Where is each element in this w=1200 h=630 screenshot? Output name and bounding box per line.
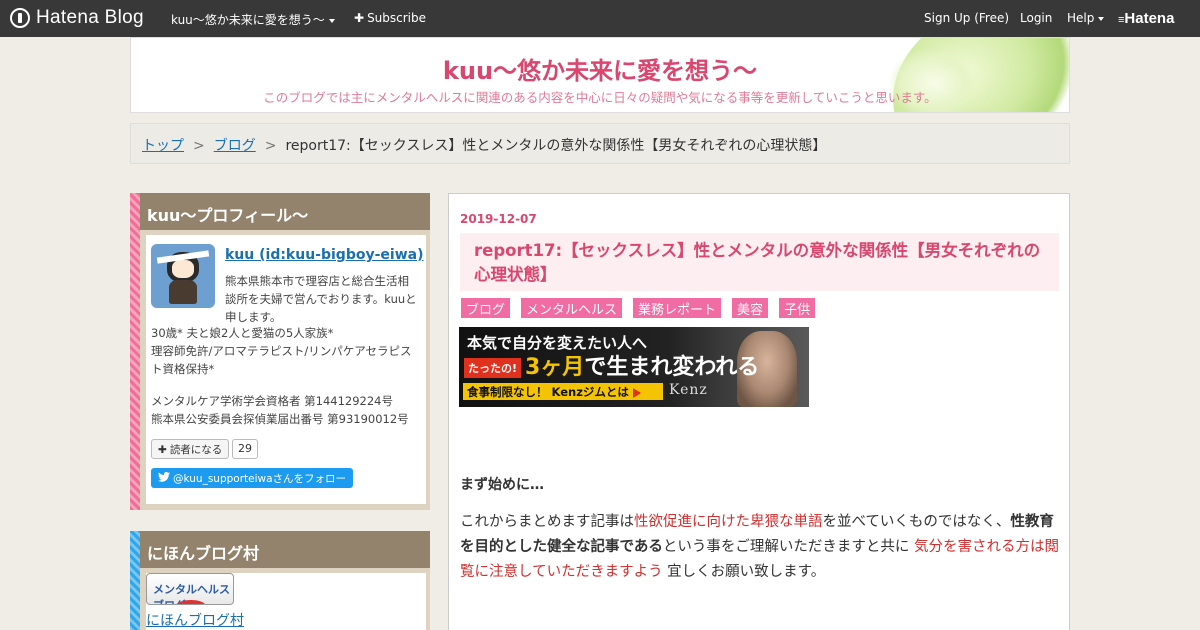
help-menu[interactable]: Help — [1067, 11, 1105, 25]
avatar-face — [172, 260, 194, 278]
entry-date[interactable]: 2019-12-07 — [460, 212, 537, 226]
profile-module: kuu～プロフィール～ kuu (id:kuu-bigboy-eiwa) 熊本県… — [130, 193, 430, 510]
play-arrow-icon — [632, 387, 641, 398]
profile-module-title: kuu～プロフィール～ — [140, 193, 430, 230]
reader-button-label: 読者になる — [169, 444, 223, 456]
global-header: Hatena Blog kuu～悠か未来に愛を想う～ ✚ Subscribe Si… — [0, 0, 1200, 37]
entry-title[interactable]: report17:【セックスレス】性とメンタルの意外な関係性【男女それぞれの心理… — [460, 233, 1059, 291]
entry-categories: ブログ メンタルヘルス 業務レポート 美容 子供 — [461, 298, 826, 318]
twitter-follow-button[interactable]: @kuu_supporteiwaさんをフォロー — [151, 468, 353, 488]
blog-title[interactable]: kuu～悠か未来に愛を想う～ — [131, 51, 1069, 86]
login-link[interactable]: Login — [1020, 11, 1052, 25]
blog-header: kuu～悠か未来に愛を想う～ このブログでは主にメンタルヘルスに関連のある内容を… — [130, 37, 1070, 113]
banner-main-rest: で生まれ変われる — [584, 355, 760, 380]
signup-link[interactable]: Sign Up (Free) — [924, 11, 1009, 25]
profile-name-link[interactable]: kuu (id:kuu-bigboy-eiwa) — [225, 247, 423, 263]
para-highlight-red: 性欲促進に向けた卑猥な単語 — [634, 514, 823, 530]
plus-icon: ✚ — [158, 444, 167, 456]
badge-decoration — [177, 600, 205, 604]
profile-intro: 熊本県熊本市で理容店と総合生活相談所を夫婦で営んでおります。kuuと申します。 — [225, 274, 417, 324]
hatena-blog-icon — [10, 8, 30, 28]
hatena-blog-logo[interactable]: Hatena Blog — [10, 6, 144, 30]
para-text: を並べていくものではなく、 — [822, 514, 1011, 530]
category-tag[interactable]: メンタルヘルス — [521, 298, 623, 318]
breadcrumb-separator: > — [264, 138, 277, 154]
banner-brand: Kenz — [669, 382, 708, 398]
blog-description: このブログでは主にメンタルヘルスに関連のある内容を中心に日々の疑問や気になる事等… — [263, 90, 937, 105]
para-text: これからまとめます記事は — [460, 514, 634, 530]
banner-tag: たったの! — [464, 358, 522, 378]
avatar-body — [169, 280, 197, 304]
twitter-bird-icon — [158, 472, 170, 482]
section-heading: まず始めに… — [460, 477, 544, 493]
blog-village-module: にほんブログ村 メンタルヘルスブログ にほんブログ村 — [130, 531, 430, 630]
village-module-body: メンタルヘルスブログ にほんブログ村 — [146, 573, 426, 630]
banner-main-highlight: 3ヶ月 — [525, 355, 585, 380]
category-tag[interactable]: 業務レポート — [633, 298, 722, 318]
blog-menu-label: kuu～悠か未来に愛を想う～ — [171, 13, 325, 27]
hatena-logo-text: Hatena — [1124, 10, 1175, 27]
category-tag[interactable]: ブログ — [461, 298, 511, 318]
chevron-down-icon — [1098, 16, 1105, 21]
help-label: Help — [1067, 11, 1095, 25]
subscribe-label: Subscribe — [367, 11, 427, 25]
subscribe-button[interactable]: ✚ Subscribe — [354, 11, 426, 25]
village-link[interactable]: にほんブログ村 — [146, 610, 244, 630]
article: 2019-12-07 report17:【セックスレス】性とメンタルの意外な関係… — [448, 193, 1070, 630]
blog-menu[interactable]: kuu～悠か未来に愛を想う～ — [171, 11, 335, 28]
category-tag[interactable]: 美容 — [732, 298, 769, 318]
profile-licenses: メンタルケア学術学会資格者 第144129224号 熊本県公安委員会探偵業届出番… — [151, 394, 409, 426]
twitter-follow-label: @kuu_supporteiwaさんをフォロー — [173, 473, 347, 485]
hatena-mark-icon: ≡ — [1118, 14, 1125, 26]
plus-icon: ✚ — [354, 11, 365, 25]
chevron-down-icon — [328, 18, 335, 23]
banner-cta: 食事制限なし！ Kenzジムとは — [463, 383, 663, 400]
logo-text: Hatena Blog — [36, 7, 144, 28]
avatar[interactable] — [151, 244, 215, 308]
breadcrumb-separator: > — [193, 138, 205, 154]
ad-banner[interactable]: 本気で自分を変えたい人へ たったの! 3ヶ月で生まれ変われる 食事制限なし！ K… — [459, 327, 809, 407]
breadcrumb-blog-link[interactable]: ブログ — [214, 138, 256, 154]
para-text: 宜しくお願い致します。 — [662, 564, 826, 580]
breadcrumb: トップ > ブログ > report17:【セックスレス】性とメンタルの意外な関係性【男… — [130, 123, 1070, 164]
hatena-logo[interactable]: ≡ Hatena — [1118, 10, 1174, 27]
breadcrumb-top-link[interactable]: トップ — [142, 138, 184, 154]
module-stripe — [130, 531, 140, 630]
category-tag[interactable]: 子供 — [779, 298, 816, 318]
village-module-title: にほんブログ村 — [140, 531, 430, 568]
intro-paragraph: これからまとめます記事は性欲促進に向けた卑猥な単語を並べていくものではなく、性教… — [460, 510, 1060, 585]
para-text: という事をご理解いただきますと共に — [662, 539, 914, 555]
reader-count: 29 — [232, 439, 258, 459]
profile-details: 30歳* 夫と娘2人と愛猫の5人家族* 理容師免許/アロマテラピスト/リンパケア… — [151, 326, 412, 376]
banner-main-text: 3ヶ月で生まれ変われる — [525, 349, 759, 381]
profile-module-body: kuu (id:kuu-bigboy-eiwa) 熊本県熊本市で理容店と総合生活… — [146, 235, 426, 504]
module-stripe — [130, 193, 140, 510]
banner-cta-label: 食事制限なし！ Kenzジムとは — [467, 385, 629, 399]
subscribe-reader-button[interactable]: ✚ 読者になる — [151, 439, 230, 459]
mental-health-blog-badge[interactable]: メンタルヘルスブログ — [146, 573, 234, 605]
breadcrumb-current: report17:【セックスレス】性とメンタルの意外な関係性【男女それぞれの心理… — [285, 138, 827, 154]
